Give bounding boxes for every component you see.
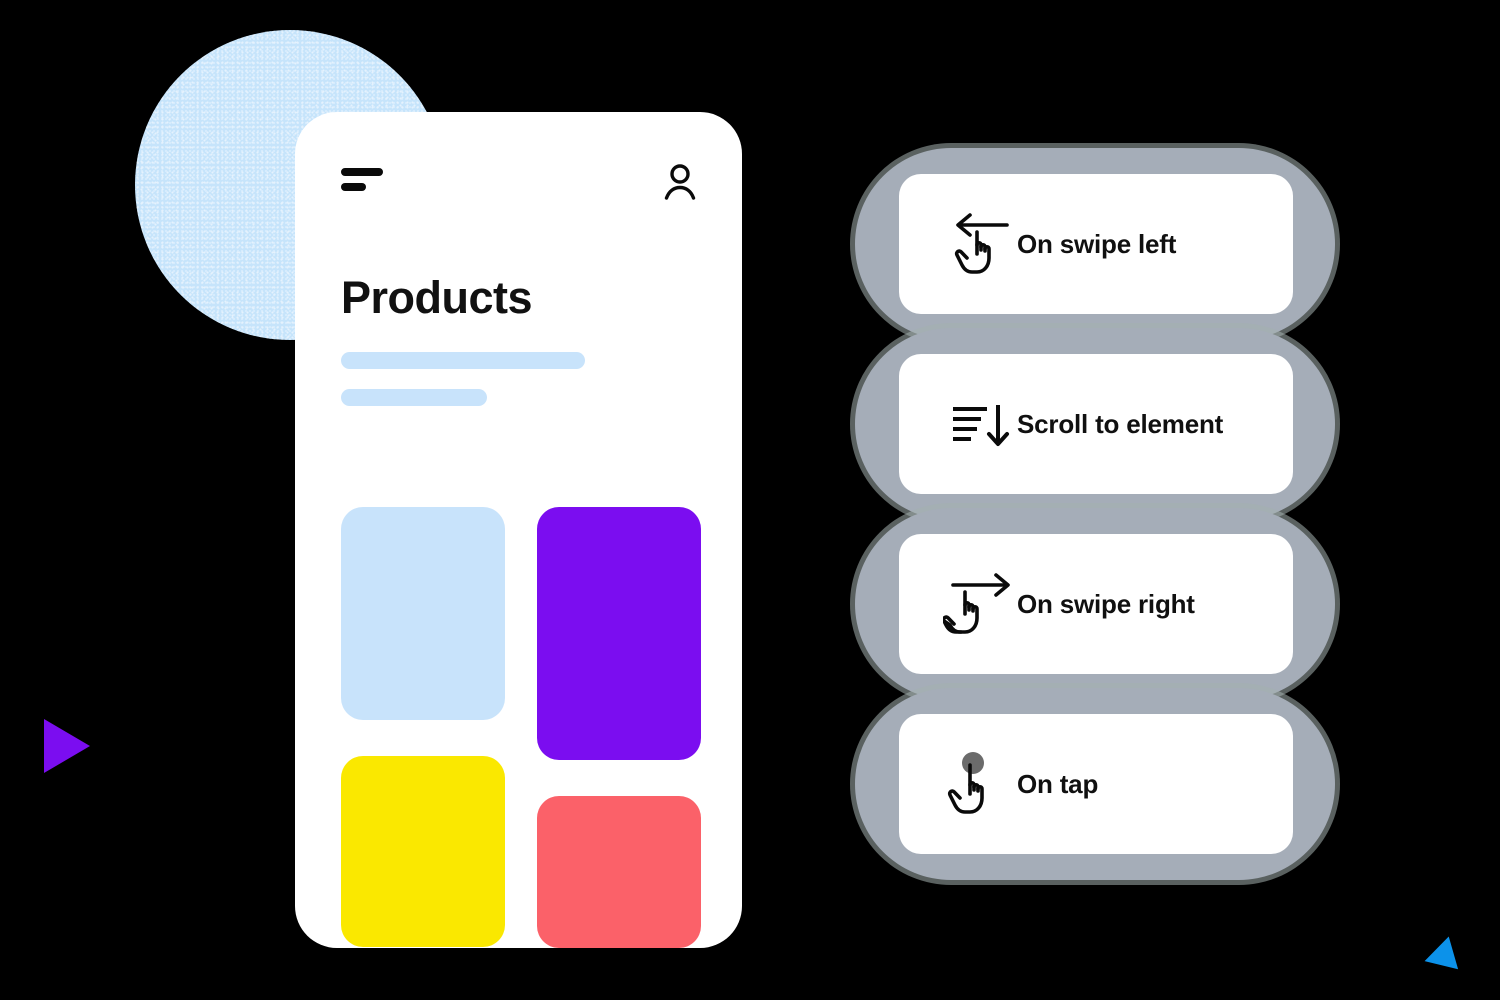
action-container-swipe-left: On swipe left <box>855 148 1335 340</box>
scroll-down-lines-icon <box>943 387 1017 461</box>
action-card-swipe-left[interactable]: On swipe left <box>899 174 1293 314</box>
product-tile-yellow[interactable] <box>341 756 505 947</box>
product-tile-blue[interactable] <box>341 507 505 720</box>
action-label-swipe-left: On swipe left <box>1017 228 1177 259</box>
action-card-swipe-right[interactable]: On swipe right <box>899 534 1293 674</box>
product-tile-purple[interactable] <box>537 507 701 760</box>
canvas: Products On swipe left Scroll to element… <box>0 0 1500 1000</box>
swipe-right-hand-icon <box>943 567 1017 641</box>
purple-play-triangle <box>44 719 90 773</box>
action-label-scroll-to-element: Scroll to element <box>1017 408 1224 439</box>
action-label-swipe-right: On swipe right <box>1017 588 1195 619</box>
tap-hand-icon <box>943 747 1017 821</box>
action-container-scroll-to-element: Scroll to element <box>855 328 1335 520</box>
product-tile-coral[interactable] <box>537 796 701 948</box>
action-card-scroll-to-element[interactable]: Scroll to element <box>899 354 1293 494</box>
action-card-tap[interactable]: On tap <box>899 714 1293 854</box>
action-container-swipe-right: On swipe right <box>855 508 1335 700</box>
action-label-tap: On tap <box>1017 768 1099 799</box>
action-container-tap: On tap <box>855 688 1335 880</box>
product-tile-grid <box>295 112 742 948</box>
action-stack: On swipe left Scroll to element On swipe… <box>855 148 1335 888</box>
phone-mockup: Products <box>295 112 742 948</box>
blue-play-triangle <box>1419 936 1459 978</box>
swipe-left-hand-icon <box>943 207 1017 281</box>
